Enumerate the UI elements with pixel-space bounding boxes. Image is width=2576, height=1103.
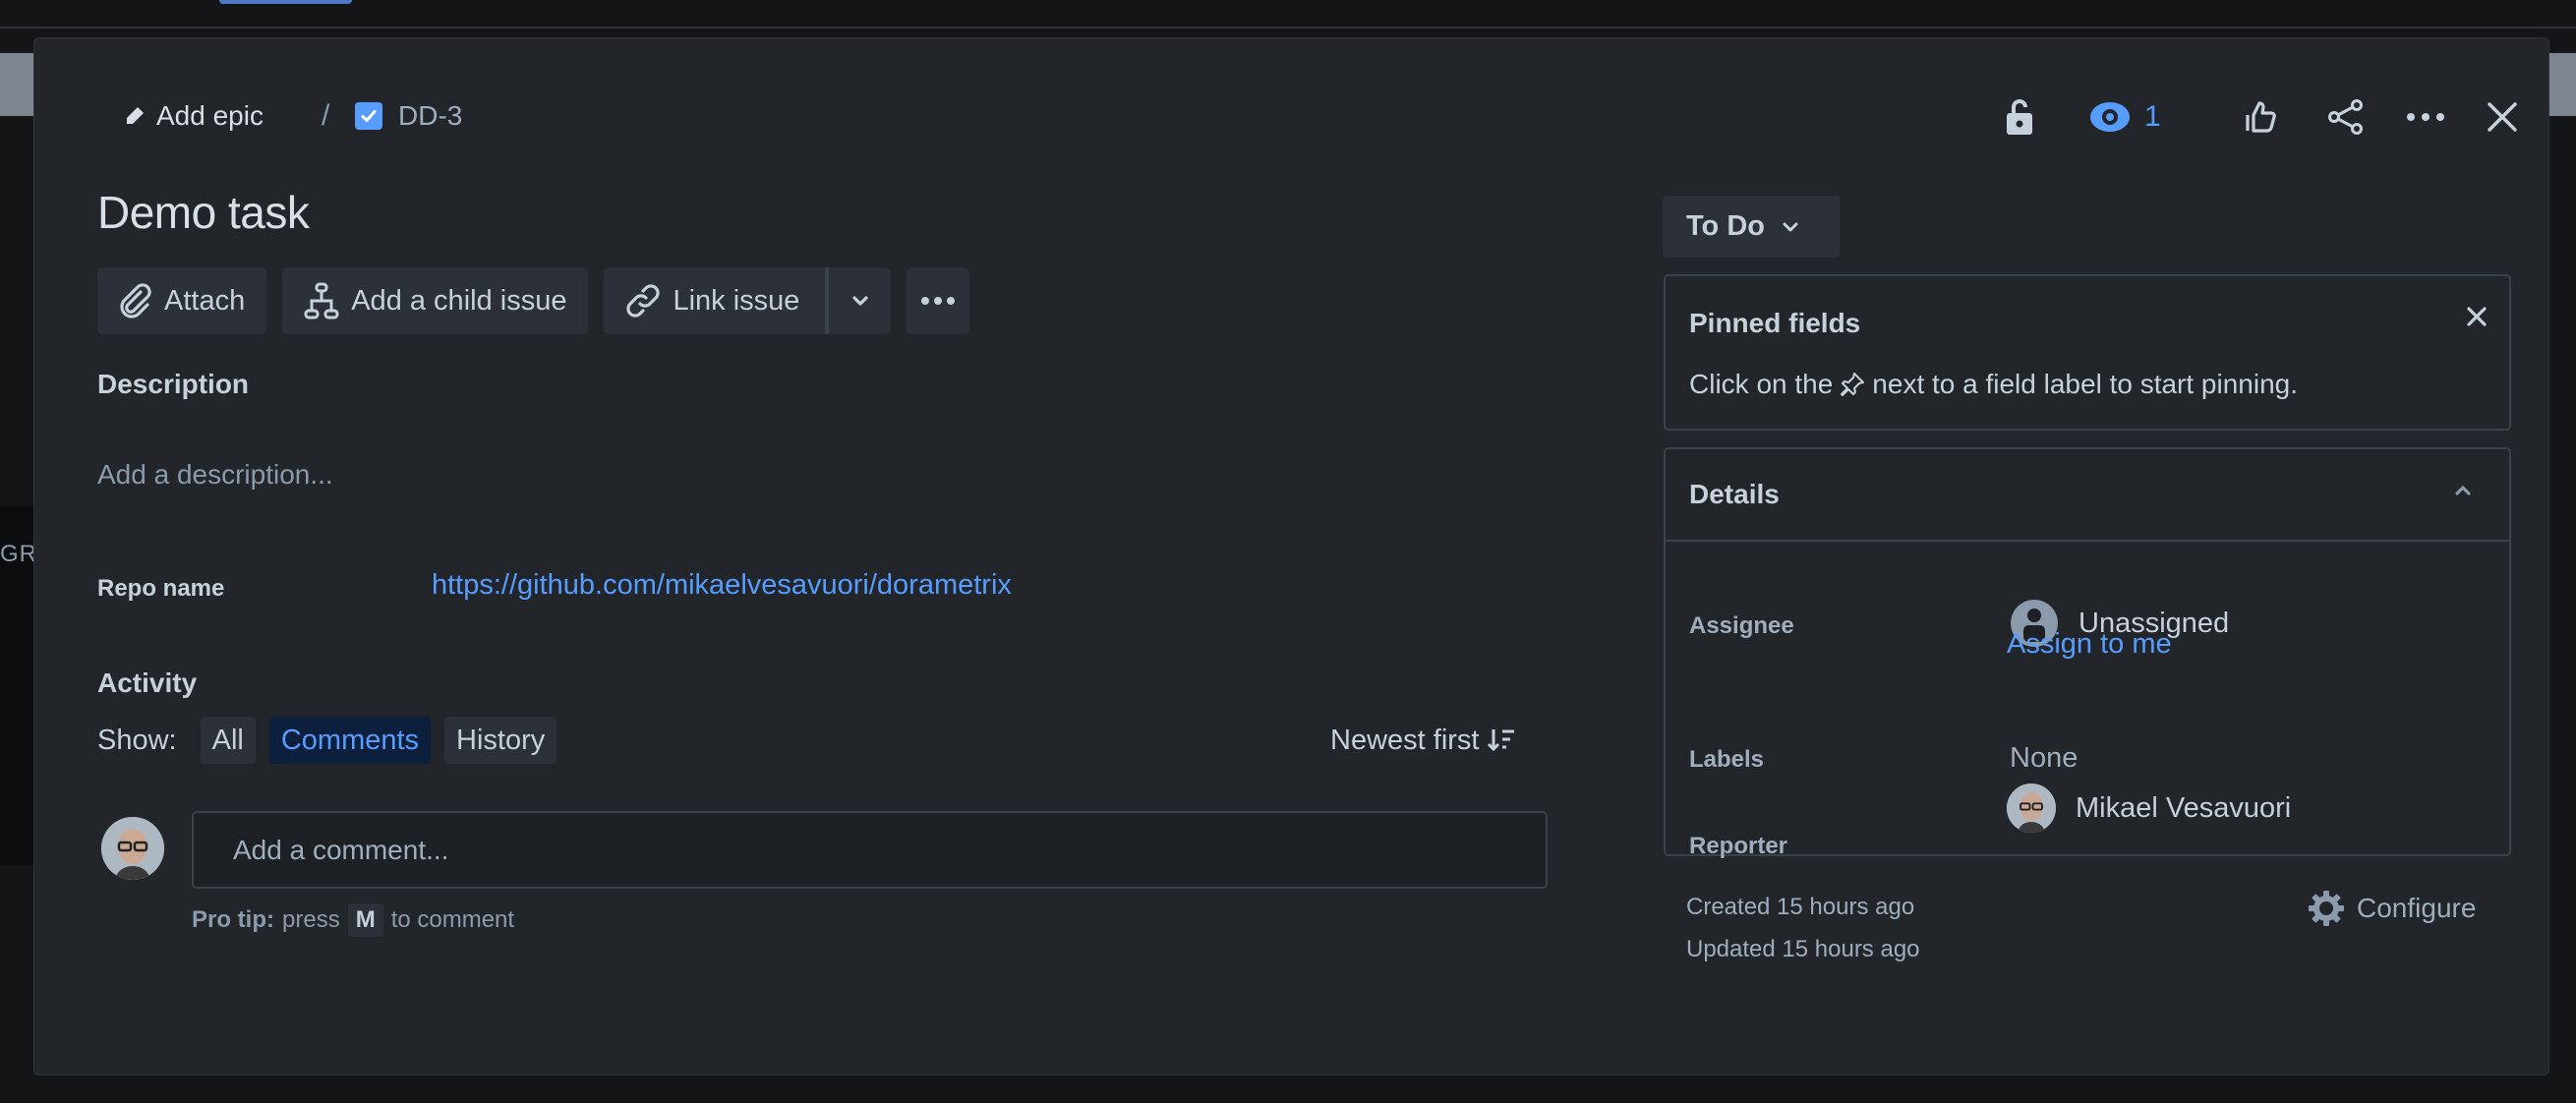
chevron-down-icon	[851, 295, 869, 307]
comment-input[interactable]: Add a comment...	[192, 811, 1548, 889]
configure-label: Configure	[2357, 893, 2477, 923]
pro-tip: Pro tip: press M to comment	[192, 903, 514, 937]
activity-heading: Activity	[97, 668, 198, 698]
repo-name-label: Repo name	[97, 575, 225, 602]
background-bar	[0, 53, 33, 116]
add-child-issue-label: Add a child issue	[351, 284, 567, 317]
details-toggle[interactable]: Details	[1666, 449, 2509, 542]
pinned-hint-before: Click on the	[1689, 369, 1834, 399]
thumbs-up-icon	[2245, 99, 2280, 135]
activity-filter-row: Show: All Comments History	[97, 717, 557, 764]
gear-icon	[2308, 890, 2345, 927]
pencil-icon	[123, 104, 146, 128]
configure-button[interactable]: Configure	[2308, 890, 2476, 927]
reporter-field[interactable]: Mikael Vesavuori	[2007, 784, 2291, 833]
issue-key-link[interactable]: DD-3	[355, 97, 462, 135]
issue-key: DD-3	[398, 100, 463, 131]
restrict-button[interactable]	[2005, 99, 2034, 135]
assign-to-me-link[interactable]: Assign to me	[2007, 628, 2172, 661]
pin-icon	[1839, 371, 1866, 398]
background-bar	[2549, 53, 2576, 116]
pro-tip-label: Pro tip:	[192, 906, 274, 933]
description-editor[interactable]: Add a description...	[97, 459, 333, 491]
link-icon	[625, 283, 661, 319]
status-dropdown[interactable]: To Do	[1663, 196, 1840, 258]
like-button[interactable]	[2245, 99, 2280, 135]
issue-toolbar: Attach Add a child issue Link issue	[97, 267, 970, 334]
add-epic-label: Add epic	[156, 100, 263, 131]
keyboard-shortcut-key: M	[347, 903, 383, 937]
sort-label: Newest first	[1330, 724, 1480, 756]
attach-button[interactable]: Attach	[97, 267, 267, 334]
close-button[interactable]	[2487, 99, 2518, 135]
watch-button[interactable]: 1	[2089, 99, 2161, 135]
assignee-label: Assignee	[1689, 612, 1794, 639]
add-child-issue-button[interactable]: Add a child issue	[282, 267, 589, 334]
reporter-avatar	[2007, 784, 2056, 833]
current-user-avatar	[101, 817, 164, 880]
more-icon	[920, 296, 956, 306]
more-toolbar-button[interactable]	[907, 267, 970, 334]
chevron-up-icon	[2454, 485, 2472, 496]
labels-value[interactable]: None	[2010, 742, 2078, 775]
unlock-icon	[2005, 98, 2034, 136]
pinned-fields-title: Pinned fields	[1689, 308, 1861, 338]
attach-label: Attach	[164, 284, 246, 317]
reporter-value: Mikael Vesavuori	[2076, 791, 2292, 824]
updated-timestamp: Updated 15 hours ago	[1686, 936, 1920, 962]
add-epic-button[interactable]: Add epic	[123, 97, 263, 135]
close-icon	[2466, 306, 2488, 327]
filter-comments[interactable]: Comments	[268, 717, 432, 764]
sort-descending-icon	[1487, 727, 1516, 753]
show-label: Show:	[97, 724, 177, 756]
background-active-tab	[219, 0, 352, 4]
more-icon	[2406, 111, 2445, 123]
pinned-fields-hint: Click on the next to a field label to st…	[1689, 369, 2298, 400]
link-issue-dropdown-button[interactable]	[829, 267, 891, 334]
link-issue-button[interactable]: Link issue	[604, 267, 830, 334]
filter-all[interactable]: All	[200, 717, 256, 764]
repo-name-link[interactable]: https://github.com/mikaelvesavuori/doram…	[432, 569, 1012, 602]
pro-tip-suffix: to comment	[390, 906, 515, 933]
chevron-down-icon	[1783, 221, 1798, 233]
issue-title[interactable]: Demo task	[97, 186, 310, 239]
breadcrumb-separator: /	[322, 99, 330, 132]
background-top-bar	[0, 0, 2576, 29]
link-issue-split-button: Link issue	[604, 267, 892, 334]
sort-order-button[interactable]: Newest first	[1330, 721, 1516, 760]
pinned-hint-after: next to a field label to start pinning.	[1872, 369, 2299, 399]
share-icon	[2327, 98, 2365, 136]
hierarchy-icon	[304, 282, 339, 319]
close-icon	[2487, 101, 2518, 133]
pinned-fields-close-button[interactable]	[2466, 306, 2488, 327]
watchers-count: 1	[2144, 100, 2161, 133]
issue-modal: Add epic / DD-3 1 Demo task Attach Add a…	[33, 37, 2549, 1075]
share-button[interactable]	[2327, 99, 2365, 135]
reporter-label: Reporter	[1689, 833, 1788, 859]
checkbox-icon	[355, 102, 382, 130]
created-timestamp: Created 15 hours ago	[1686, 894, 1915, 920]
paperclip-icon	[119, 282, 152, 319]
details-title: Details	[1689, 479, 1780, 509]
labels-label: Labels	[1689, 746, 1765, 773]
more-actions-button[interactable]	[2406, 99, 2445, 135]
link-issue-label: Link issue	[673, 284, 800, 317]
description-heading: Description	[97, 369, 250, 399]
pro-tip-press: press	[282, 906, 340, 933]
eye-icon	[2089, 101, 2131, 133]
status-label: To Do	[1686, 210, 1765, 242]
filter-history[interactable]: History	[444, 717, 557, 764]
pinned-fields-panel: Pinned fields Click on the next to a fie…	[1664, 274, 2511, 431]
